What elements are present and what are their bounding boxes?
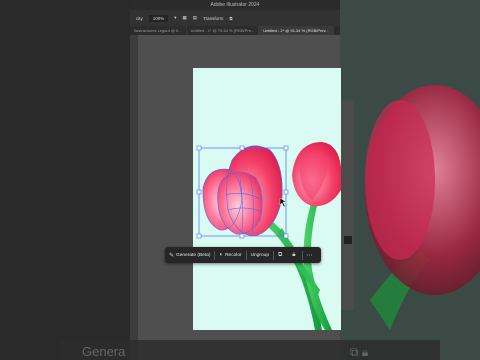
lock-icon: 🔒︎ — [292, 251, 296, 258]
handle-mid-right[interactable] — [283, 189, 289, 195]
handle-bottom-center[interactable] — [239, 233, 245, 239]
recolor-icon: ◐ — [219, 252, 224, 258]
duplicate-icon: ⧉ — [278, 251, 283, 258]
stem-right — [303, 200, 332, 330]
more-icon: ⋯ — [306, 252, 313, 259]
blurred-icons: ⧉ 🔒︎ — [350, 345, 369, 359]
handle-top-center[interactable] — [239, 145, 245, 151]
contextual-task-bar: ✎ Generate (Beta) ◐ Recolor Ungroup ⧉ 🔒︎… — [165, 247, 321, 263]
tulip-right — [292, 142, 341, 207]
handle-top-right[interactable] — [283, 145, 289, 151]
ungroup-button[interactable]: Ungroup — [247, 247, 273, 263]
generate-icon: ✎ — [169, 252, 175, 259]
handle-bottom-right[interactable] — [283, 233, 289, 239]
more-options-button[interactable]: ⋯ — [303, 247, 319, 263]
tulip-artwork[interactable] — [0, 0, 480, 360]
lock-button[interactable]: 🔒︎ — [288, 247, 301, 263]
screenshot-frame: Adobe Illustrator 2024 city 100% ▾ ▦ ▤ T… — [0, 0, 480, 360]
recolor-label: Recolor — [225, 252, 242, 258]
generate-beta-button[interactable]: ✎ Generate (Beta) — [165, 247, 214, 263]
handle-mid-left[interactable] — [196, 189, 202, 195]
cursor-icon — [279, 197, 287, 208]
ungroup-label: Ungroup — [250, 252, 269, 258]
stem-left — [262, 218, 322, 330]
blurred-generate-label: Genera — [82, 344, 126, 359]
recolor-button[interactable]: ◐ Recolor — [215, 247, 245, 263]
handle-top-left[interactable] — [196, 145, 202, 151]
generate-beta-label: Generate (Beta) — [176, 252, 211, 258]
duplicate-button[interactable]: ⧉ — [274, 247, 288, 263]
handle-bottom-left[interactable] — [196, 233, 202, 239]
